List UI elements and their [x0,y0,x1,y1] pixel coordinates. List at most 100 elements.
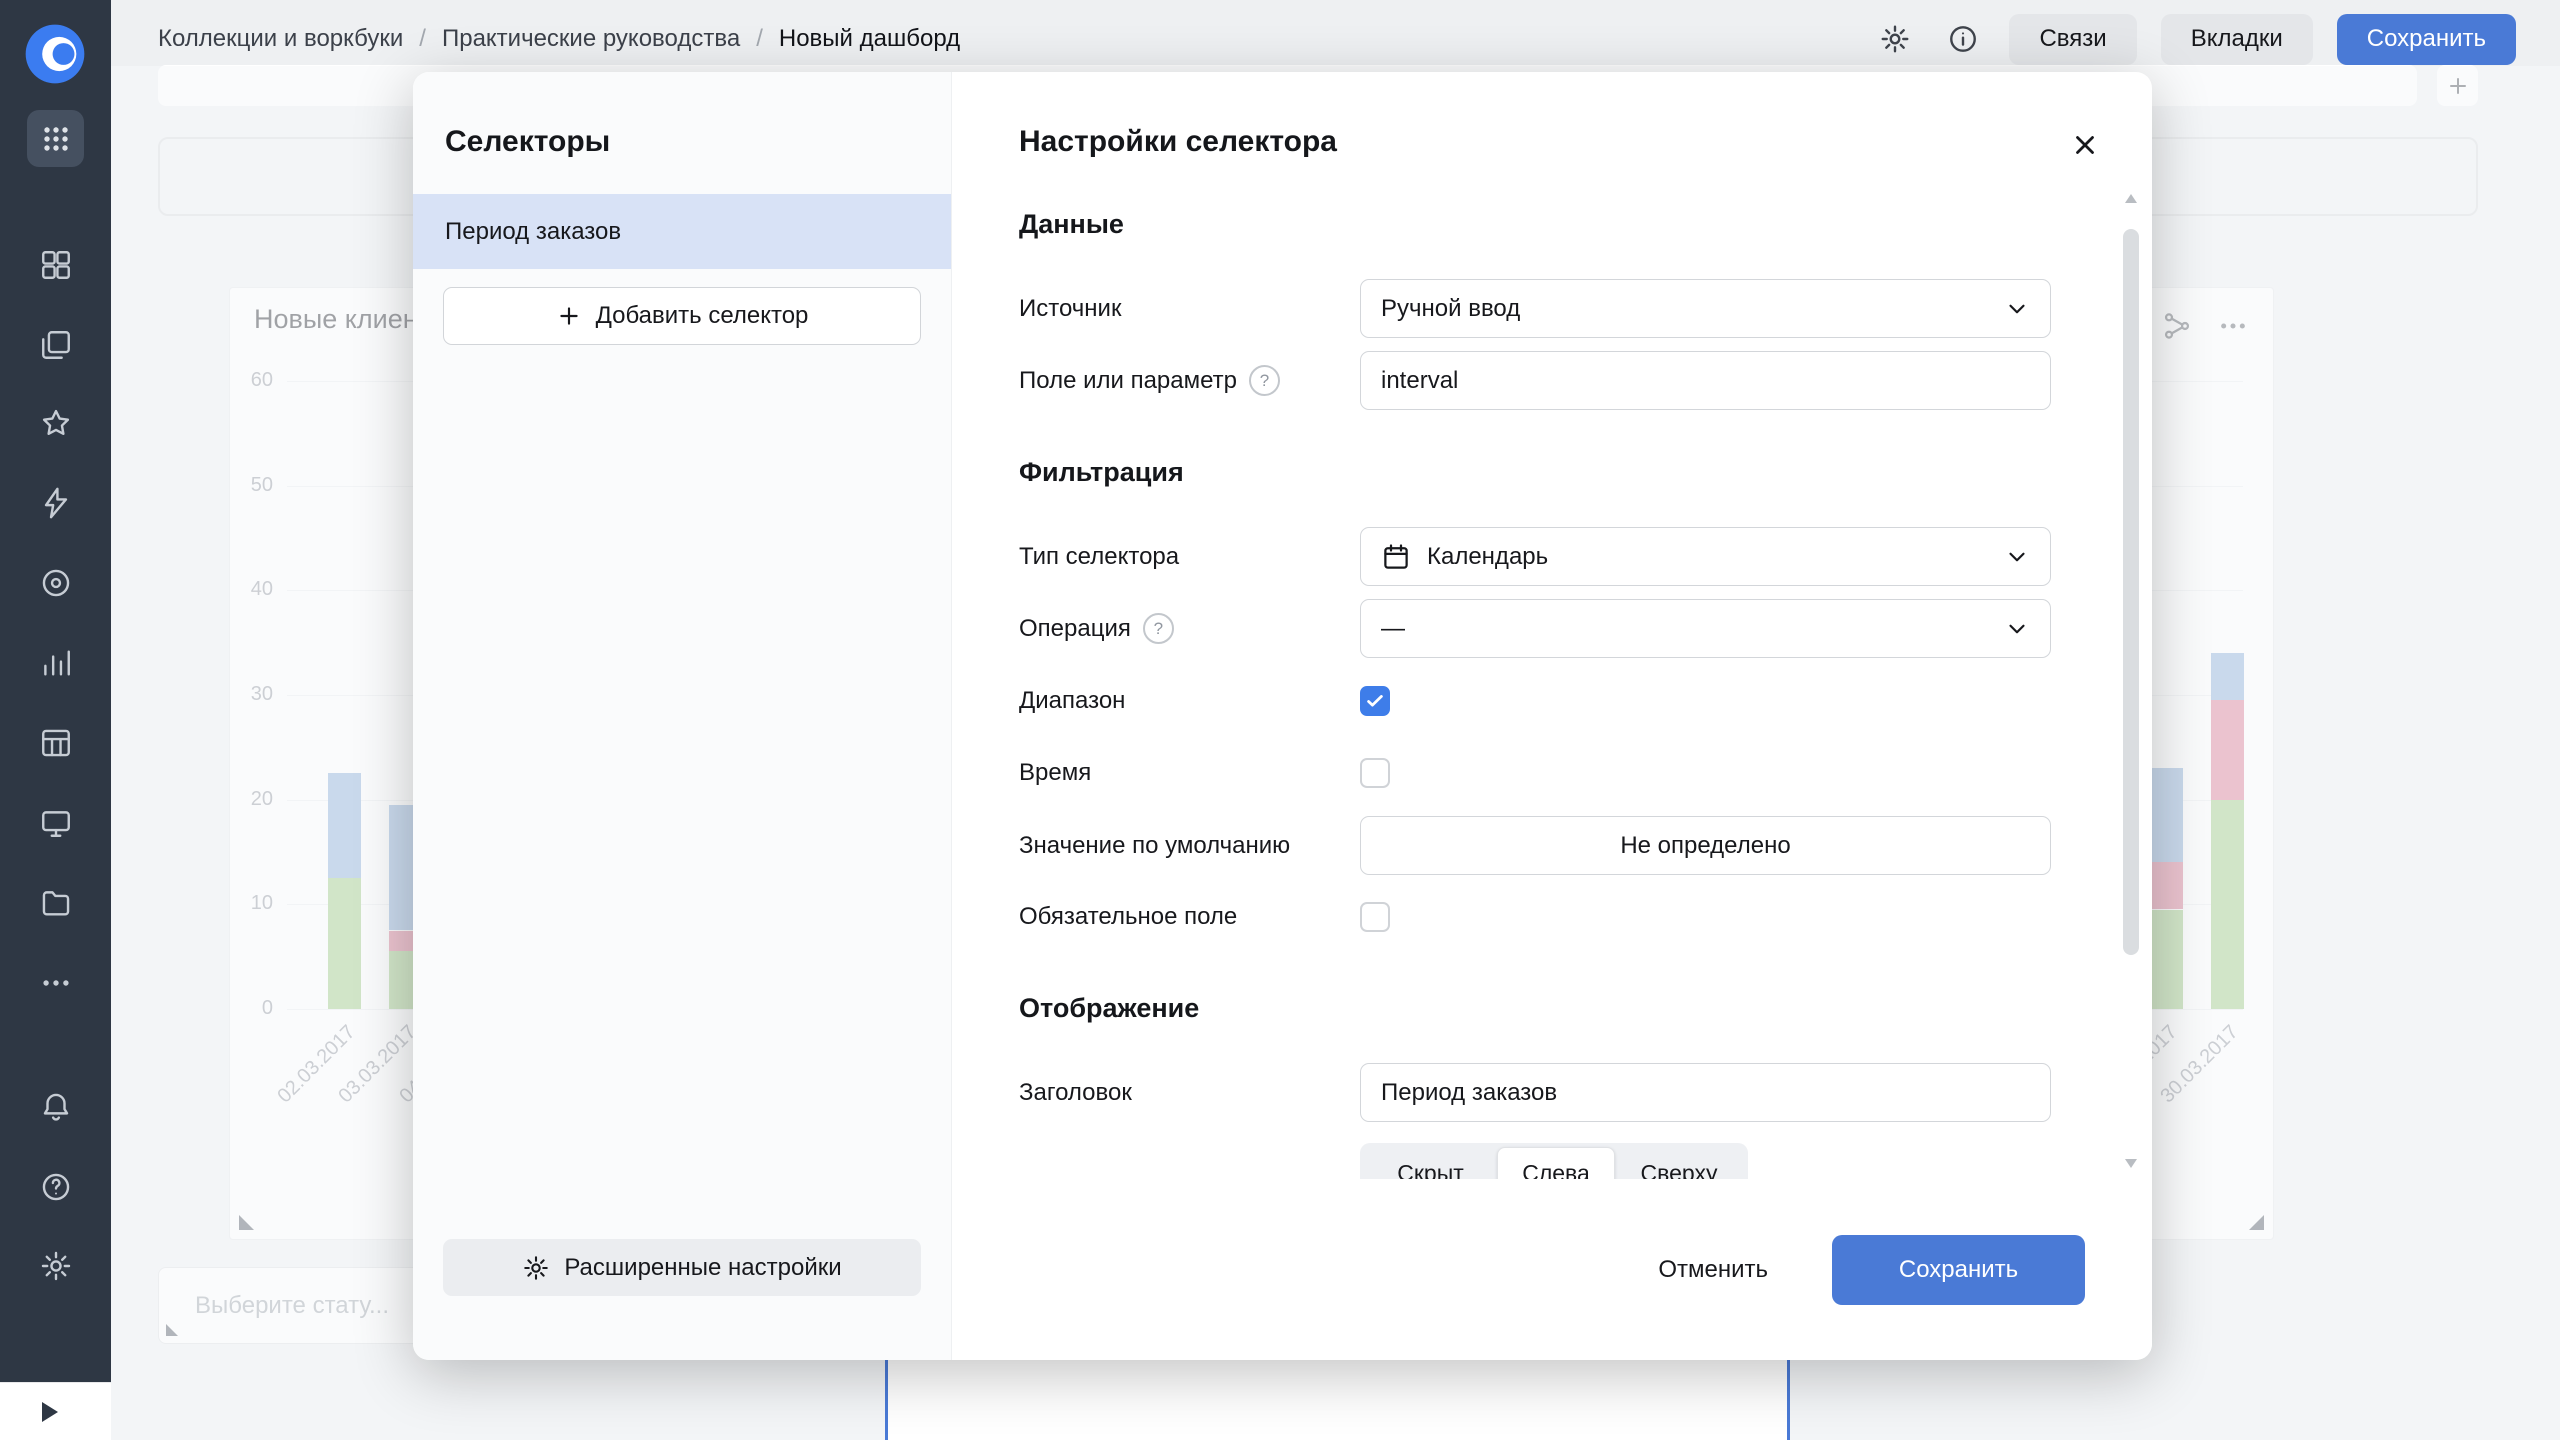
links-button[interactable]: Связи [2009,14,2136,65]
advanced-settings-label: Расширенные настройки [564,1254,841,1282]
breadcrumb-collections[interactable]: Коллекции и воркбуки [158,25,403,53]
chevron-down-icon [2004,296,2030,322]
chevron-down-icon [2004,544,2030,570]
title-label: Заголовок [1019,1063,1132,1122]
operation-label: Операция [1019,599,1174,658]
selectors-panel-title: Селекторы [445,125,610,159]
apps-grid-icon[interactable] [27,110,84,167]
advanced-settings-button[interactable]: Расширенные настройки [443,1239,921,1296]
selector-list-item[interactable]: Период заказов [413,194,951,269]
scroll-down-icon[interactable] [2125,1159,2137,1168]
dialog-save-button[interactable]: Сохранить [1832,1235,2085,1305]
data-section-heading: Данные [1019,209,1124,240]
breadcrumb: Коллекции и воркбуки / Практические руко… [158,25,960,53]
source-label: Источник [1019,279,1121,338]
collections-squares-icon[interactable] [34,243,78,287]
required-label-text: Обязательное поле [1019,903,1237,931]
folder-icon[interactable] [34,881,78,925]
title-input[interactable] [1360,1063,2051,1122]
time-checkbox[interactable] [1360,758,1390,788]
breadcrumb-current: Новый дашборд [779,25,960,53]
selector-item-label: Период заказов [445,218,621,246]
help-icon[interactable] [34,1165,78,1209]
help-question-icon[interactable] [1249,365,1280,396]
more-icon[interactable] [34,961,78,1005]
default-value-label: Значение по умолчанию [1019,816,1290,875]
sidebar [0,0,111,1440]
range-checkbox[interactable] [1360,686,1390,716]
close-icon[interactable] [2062,122,2108,168]
gear-icon [522,1254,550,1282]
field-label-text: Поле или параметр [1019,367,1237,395]
settings-panel-title: Настройки селектора [1019,125,1337,159]
breadcrumb-guides[interactable]: Практические руководства [442,25,740,53]
tabs-button[interactable]: Вкладки [2161,14,2313,65]
header-save-button[interactable]: Сохранить [2337,14,2516,65]
display-section-heading: Отображение [1019,993,1199,1024]
expand-arrow-icon [42,1402,58,1422]
dialog-footer: Отменить Сохранить [952,1179,2152,1360]
bell-icon[interactable] [34,1085,78,1129]
cancel-button[interactable]: Отменить [1652,1255,1774,1285]
filtration-section-heading: Фильтрация [1019,457,1184,488]
selector-type-select[interactable]: Календарь [1360,527,2051,586]
source-select[interactable]: Ручной ввод [1360,279,2051,338]
header-actions: Связи Вкладки Сохранить [1873,14,2516,65]
favorites-star-icon[interactable] [34,401,78,445]
operation-value: — [1381,615,2004,643]
source-row: Источник Ручной ввод [1019,279,2051,338]
selector-type-label: Тип селектора [1019,527,1179,586]
datasets-disc-icon[interactable] [34,561,78,605]
check-icon [1364,690,1386,712]
plus-icon [556,303,582,329]
range-label: Диапазон [1019,671,1125,730]
required-label: Обязательное поле [1019,887,1237,946]
connections-lightning-icon[interactable] [34,481,78,525]
default-value-label-text: Значение по умолчанию [1019,832,1290,860]
selector-settings-dialog: Селекторы Период заказов Добавить селект… [413,72,2152,1360]
title-row: Заголовок [1019,1063,2051,1122]
chevron-down-icon [2004,616,2030,642]
selector-type-value: Календарь [1427,543,2004,571]
selector-settings-panel: Настройки селектора Данные Источник Ручн… [952,72,2152,1360]
field-label: Поле или параметр [1019,351,1280,410]
operation-label-text: Операция [1019,615,1131,643]
add-selector-button[interactable]: Добавить селектор [443,287,921,345]
required-checkbox[interactable] [1360,902,1390,932]
operation-row: Операция — [1019,599,2051,658]
header: Коллекции и воркбуки / Практические руко… [111,0,2560,78]
time-row: Время [1019,743,2051,802]
add-selector-label: Добавить селектор [596,302,809,330]
range-row: Диапазон [1019,671,2051,730]
scroll-up-icon[interactable] [2125,194,2137,203]
selectors-panel: Селекторы Период заказов Добавить селект… [413,72,952,1360]
operation-select[interactable]: — [1360,599,2051,658]
source-value: Ручной ввод [1381,295,2004,323]
sidebar-settings-gear-icon[interactable] [34,1244,78,1288]
info-icon[interactable] [1941,17,1985,61]
default-value-row: Значение по умолчанию Не определено [1019,816,2051,875]
source-label-text: Источник [1019,295,1121,323]
time-label-text: Время [1019,759,1091,787]
required-row: Обязательное поле [1019,887,2051,946]
dashboards-table-icon[interactable] [34,721,78,765]
scrollbar-thumb[interactable] [2123,229,2139,955]
breadcrumb-separator: / [756,25,763,53]
workbooks-layers-icon[interactable] [34,323,78,367]
selector-type-label-text: Тип селектора [1019,543,1179,571]
time-label: Время [1019,743,1091,802]
charts-bar-icon[interactable] [34,641,78,685]
dialog-scrollbar [2123,194,2139,1168]
sidebar-expand-button[interactable] [0,1382,111,1440]
title-label-text: Заголовок [1019,1079,1132,1107]
help-question-icon[interactable] [1143,613,1174,644]
default-value-text: Не определено [1620,832,1790,860]
calendar-icon [1381,542,1411,572]
presentations-monitor-icon[interactable] [34,801,78,845]
header-settings-gear-icon[interactable] [1873,17,1917,61]
field-input[interactable] [1360,351,2051,410]
datalens-logo-icon[interactable] [23,22,87,86]
default-value-button[interactable]: Не определено [1360,816,2051,875]
range-label-text: Диапазон [1019,687,1125,715]
breadcrumb-separator: / [419,25,426,53]
